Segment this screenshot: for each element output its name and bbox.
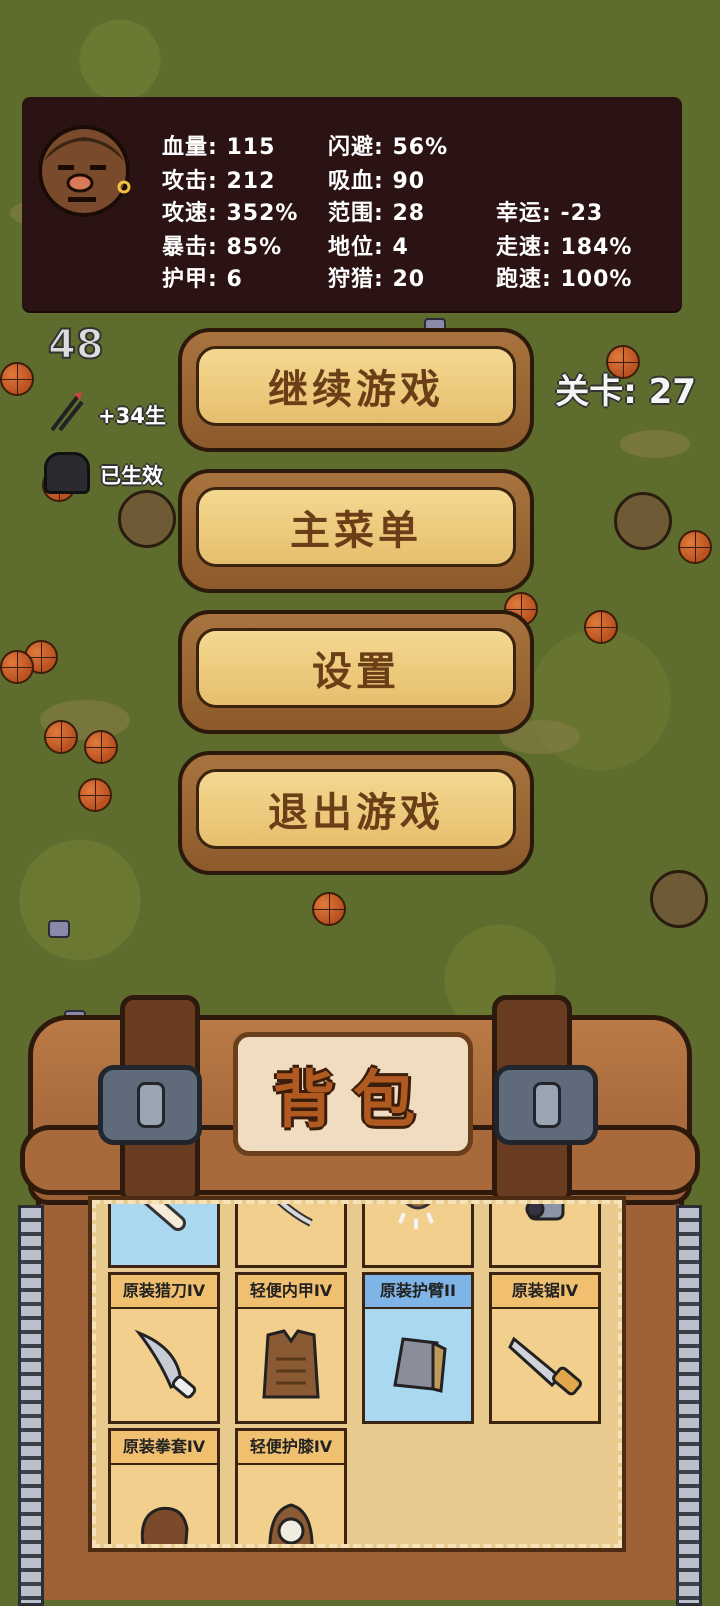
saw-icon bbox=[492, 1307, 598, 1421]
bone-icon bbox=[111, 1204, 217, 1265]
stat-hunting: 狩猎: 20 bbox=[328, 267, 426, 292]
backpack-panel: 背包 原装猎刀IV 轻便内甲IV 原装护臂II 原装锯IV 原装拳套IV 轻便护… bbox=[0, 975, 720, 1606]
vest-icon bbox=[238, 1307, 344, 1421]
bracer-icon bbox=[365, 1307, 471, 1421]
effect-active-text: 已生效 bbox=[100, 464, 163, 488]
hunting-knife-icon bbox=[111, 1307, 217, 1421]
scope-icon bbox=[492, 1204, 598, 1265]
backpack-title-plaque: 背包 bbox=[233, 1032, 473, 1156]
inventory-slot[interactable] bbox=[235, 1204, 347, 1268]
stat-luck: 幸运: -23 bbox=[496, 201, 604, 226]
stat-dodge: 闪避: 56% bbox=[328, 135, 449, 160]
stat-status: 地位: 4 bbox=[328, 235, 409, 260]
stat-walk-speed: 走速: 184% bbox=[496, 235, 633, 260]
item-name: 轻便内甲IV bbox=[238, 1275, 344, 1309]
item-name: 轻便护膝IV bbox=[238, 1431, 344, 1465]
inventory-slot[interactable] bbox=[489, 1204, 601, 1268]
inventory-slot[interactable]: 原装锯IV bbox=[489, 1272, 601, 1424]
left-zipper bbox=[18, 1205, 44, 1606]
stat-attack: 攻击: 212 bbox=[162, 169, 276, 194]
stat-range: 范围: 28 bbox=[328, 201, 426, 226]
rope-icon bbox=[238, 1204, 344, 1265]
helmet-icon bbox=[44, 452, 90, 494]
stat-run-speed: 跑速: 100% bbox=[496, 267, 633, 292]
main-menu-label: 主菜单 bbox=[290, 508, 422, 554]
inventory-slot[interactable]: 轻便内甲IV bbox=[235, 1272, 347, 1424]
left-buckle-icon bbox=[98, 1065, 202, 1145]
level-indicator: 关卡: 27 bbox=[555, 372, 696, 412]
quit-game-label: 退出游戏 bbox=[268, 790, 444, 836]
continue-game-button[interactable]: 继续游戏 bbox=[178, 328, 534, 452]
inventory-grid[interactable]: 原装猎刀IV 轻便内甲IV 原装护臂II 原装锯IV 原装拳套IV 轻便护膝IV bbox=[88, 1196, 626, 1552]
stat-hp: 血量: 115 bbox=[162, 135, 276, 160]
quit-game-button[interactable]: 退出游戏 bbox=[178, 751, 534, 875]
inventory-slot[interactable] bbox=[362, 1204, 474, 1268]
item-name: 原装护臂II bbox=[365, 1275, 471, 1309]
inventory-slot[interactable] bbox=[108, 1204, 220, 1268]
item-name: 原装猎刀IV bbox=[111, 1275, 217, 1309]
stat-attack-speed: 攻速: 352% bbox=[162, 201, 299, 226]
inventory-slot[interactable]: 原装猎刀IV bbox=[108, 1272, 220, 1424]
stat-armor: 护甲: 6 bbox=[162, 267, 243, 292]
settings-button[interactable]: 设置 bbox=[178, 610, 534, 734]
stat-lifesteal: 吸血: 90 bbox=[328, 169, 426, 194]
bonus-text: +34生 bbox=[98, 404, 166, 428]
claw-icon bbox=[365, 1204, 471, 1265]
arrows-icon bbox=[46, 390, 86, 438]
right-zipper bbox=[676, 1205, 702, 1606]
main-menu-button[interactable]: 主菜单 bbox=[178, 469, 534, 593]
backpack-title: 背包 bbox=[272, 1063, 433, 1136]
settings-label: 设置 bbox=[312, 649, 400, 695]
stats-panel: 血量: 115 闪避: 56% 攻击: 212 吸血: 90 攻速: 352% … bbox=[22, 97, 682, 311]
kill-count: 48 bbox=[47, 321, 105, 369]
knee-pad-icon bbox=[238, 1463, 344, 1544]
right-buckle-icon bbox=[494, 1065, 598, 1145]
item-name: 原装拳套IV bbox=[111, 1431, 217, 1465]
stat-crit: 暴击: 85% bbox=[162, 235, 283, 260]
item-name: 原装锯IV bbox=[492, 1275, 598, 1309]
glove-icon bbox=[111, 1463, 217, 1544]
player-portrait bbox=[34, 121, 134, 221]
continue-game-label: 继续游戏 bbox=[268, 367, 444, 413]
inventory-slot[interactable]: 轻便护膝IV bbox=[235, 1428, 347, 1544]
inventory-slot[interactable]: 原装拳套IV bbox=[108, 1428, 220, 1544]
inventory-slot[interactable]: 原装护臂II bbox=[362, 1272, 474, 1424]
